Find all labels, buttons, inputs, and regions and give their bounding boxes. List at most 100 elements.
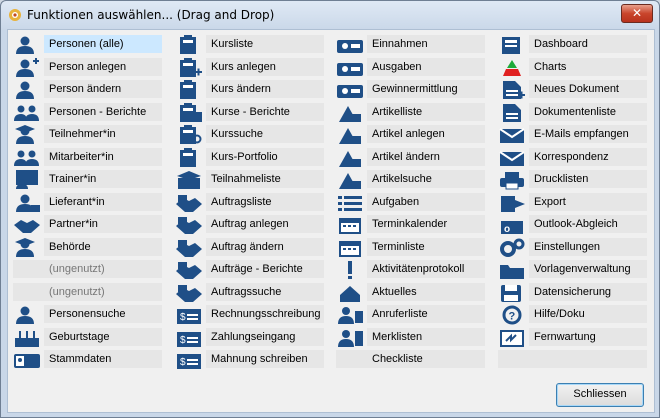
- function-tile-kursliste-1-0[interactable]: Kursliste: [175, 35, 327, 55]
- function-tile-stammdaten-0-14[interactable]: Stammdaten: [13, 350, 165, 370]
- function-tile-personen-berichte-0-3[interactable]: Personen - Berichte: [13, 102, 165, 123]
- function-tile-artikelliste-2-3[interactable]: Artikelliste: [336, 102, 488, 123]
- function-tile-label: Vorlagenverwaltung: [529, 260, 647, 278]
- function-tile-trainer-in-0-6[interactable]: Trainer*in: [13, 170, 165, 190]
- function-tile-aktivitatenprotokoll-2-10[interactable]: Aktivitätenprotokoll: [336, 260, 488, 280]
- svg-text:o: o: [504, 224, 510, 235]
- function-tile-zahlungseingang-1-13[interactable]: $ Zahlungseingang: [175, 327, 327, 348]
- function-tile-label: Auftragssuche: [206, 282, 324, 301]
- function-tile-kurs-andern-1-2[interactable]: Kurs ändern: [175, 80, 327, 100]
- article-search-icon: [336, 170, 364, 190]
- function-tile-ungenutzt-0-10[interactable]: (ungenutzt): [13, 260, 165, 280]
- title-bar[interactable]: Funktionen auswählen... (Drag and Drop) …: [1, 1, 659, 29]
- function-tile-dashboard-3-0[interactable]: Dashboard: [498, 35, 650, 55]
- function-tile-label: Charts: [529, 57, 647, 76]
- function-tile-auftrage-berichte-1-10[interactable]: Aufträge - Berichte: [175, 260, 327, 280]
- function-tile-label: Artikelliste: [367, 102, 485, 121]
- function-tile-artikel-andern-2-5[interactable]: Artikel ändern: [336, 147, 488, 168]
- function-tile-label: Person ändern: [44, 80, 162, 98]
- function-tile-label: Kurs anlegen: [206, 57, 324, 76]
- settings-icon: [498, 238, 526, 258]
- function-tile-datensicherung-3-11[interactable]: Datensicherung: [498, 282, 650, 303]
- function-tile-label: Kurssuche: [206, 125, 324, 143]
- function-tile-korrespondenz-3-5[interactable]: Korrespondenz: [498, 147, 650, 168]
- function-tile-label: Lieferant*in: [44, 192, 162, 211]
- function-tile-ausgaben-2-1[interactable]: Ausgaben: [336, 57, 488, 78]
- function-tile-personen-alle-0-0[interactable]: Personen (alle): [13, 35, 165, 55]
- function-tile-mahnung-schreiben-1-14[interactable]: $ Mahnung schreiben: [175, 350, 327, 370]
- function-tile-label: Kurs ändern: [206, 80, 324, 98]
- function-tile-label: Outlook-Abgleich: [529, 215, 647, 233]
- function-tile-kurs-anlegen-1-1[interactable]: Kurs anlegen: [175, 57, 327, 78]
- function-tile-lieferant-in-0-7[interactable]: Lieferant*in: [13, 192, 165, 213]
- function-tile-e-mails-empfangen-3-4[interactable]: E-Mails empfangen: [498, 125, 650, 145]
- function-tile-personensuche-0-12[interactable]: Personensuche: [13, 305, 165, 325]
- function-tile-charts-3-1[interactable]: Charts: [498, 57, 650, 78]
- column-courses-orders: Kursliste Kurs anlegen Kurs ändern Kurse - …: [175, 35, 327, 373]
- close-window-button[interactable]: ✕: [621, 4, 653, 23]
- function-tile-vorlagenverwaltung-3-10[interactable]: Vorlagenverwaltung: [498, 260, 650, 280]
- function-tile-label: Aktivitätenprotokoll: [367, 260, 485, 278]
- function-tile-einstellungen-3-9[interactable]: Einstellungen: [498, 237, 650, 258]
- function-tile-geburtstage-0-13[interactable]: Geburtstage: [13, 327, 165, 348]
- function-tile-artikel-anlegen-2-4[interactable]: Artikel anlegen: [336, 125, 488, 145]
- function-tile-outlook-abgleich-3-8[interactable]: o Outlook-Abgleich: [498, 215, 650, 235]
- function-tile-label: Rechnungsschreibung: [206, 305, 324, 323]
- function-tile-dokumentenliste-3-3[interactable]: Dokumentenliste: [498, 102, 650, 123]
- backup-icon: [498, 283, 526, 303]
- function-tile-rechnungsschreibung-1-12[interactable]: $ Rechnungsschreibung: [175, 305, 327, 325]
- function-panel: Personen (alle) Person anlegen Person ände…: [7, 29, 655, 413]
- function-tile-label: Person anlegen: [44, 57, 162, 76]
- function-tile-neues-dokument-3-2[interactable]: Neues Dokument: [498, 80, 650, 100]
- function-tile-drucklisten-3-6[interactable]: Drucklisten: [498, 170, 650, 190]
- function-tile-export-3-7[interactable]: Export: [498, 192, 650, 213]
- function-tile-ungenutzt-0-11[interactable]: (ungenutzt): [13, 282, 165, 303]
- function-tile-anruferliste-2-12[interactable]: Anruferliste: [336, 305, 488, 325]
- master-data-icon: [13, 350, 41, 370]
- function-tile-merklisten-2-13[interactable]: Merklisten: [336, 327, 488, 348]
- function-tile-kurs-portfolio-1-5[interactable]: Kurs-Portfolio: [175, 147, 327, 168]
- supplier-icon: [13, 193, 41, 213]
- function-tile-label: Einnahmen: [367, 35, 485, 53]
- function-tile-auftragsliste-1-7[interactable]: Auftragsliste: [175, 192, 327, 213]
- function-tile-terminkalender-2-8[interactable]: Terminkalender: [336, 215, 488, 235]
- invoice-icon: $: [175, 305, 203, 325]
- function-tile-mitarbeiter-in-0-5[interactable]: Mitarbeiter*in: [13, 147, 165, 168]
- course-add-icon: [175, 57, 203, 78]
- function-tile-hilfe-doku-3-12[interactable]: ? Hilfe/Doku: [498, 305, 650, 325]
- function-tile-label: Teilnahmeliste: [206, 170, 324, 188]
- function-tile-artikelsuche-2-6[interactable]: Artikelsuche: [336, 170, 488, 190]
- function-tile-label: Zahlungseingang: [206, 327, 324, 346]
- function-tile-terminliste-2-9[interactable]: Terminliste: [336, 237, 488, 258]
- print-list-icon: [498, 170, 526, 190]
- function-tile-auftragssuche-1-11[interactable]: Auftragssuche: [175, 282, 327, 303]
- function-tile-checkliste-2-14[interactable]: Checkliste: [336, 350, 488, 370]
- function-tile-teilnehmer-in-0-4[interactable]: Teilnehmer*in: [13, 125, 165, 145]
- expenses-icon: [336, 58, 364, 78]
- window-title: Funktionen auswählen... (Drag and Drop): [27, 8, 275, 22]
- function-tile-gewinnermittlung-2-2[interactable]: Gewinnermittlung: [336, 80, 488, 100]
- function-tile-label: Artikel anlegen: [367, 125, 485, 143]
- course-portfolio-icon: [175, 147, 203, 168]
- function-tile-label: Auftrag ändern: [206, 237, 324, 256]
- function-tile-person-andern-0-2[interactable]: Person ändern: [13, 80, 165, 100]
- profit-icon: [336, 80, 364, 100]
- document-list-icon: [498, 103, 526, 123]
- function-tile-aufgaben-2-7[interactable]: Aufgaben: [336, 192, 488, 213]
- function-tile-auftrag-andern-1-9[interactable]: Auftrag ändern: [175, 237, 327, 258]
- function-tile-einnahmen-2-0[interactable]: Einnahmen: [336, 35, 488, 55]
- article-edit-icon: [336, 148, 364, 168]
- function-tile-kurse-berichte-1-3[interactable]: Kurse - Berichte: [175, 102, 327, 123]
- function-tile-partner-in-0-8[interactable]: Partner*in: [13, 215, 165, 235]
- function-tile-aktuelles-2-11[interactable]: Aktuelles: [336, 282, 488, 303]
- order-list-icon: [175, 193, 203, 213]
- function-tile-label: Kurs-Portfolio: [206, 147, 324, 166]
- function-tile-fernwartung-3-13[interactable]: Fernwartung: [498, 327, 650, 348]
- function-tile-person-anlegen-0-1[interactable]: Person anlegen: [13, 57, 165, 78]
- close-button[interactable]: Schliessen: [556, 383, 644, 407]
- function-tile-kurssuche-1-4[interactable]: Kurssuche: [175, 125, 327, 145]
- function-tile-auftrag-anlegen-1-8[interactable]: Auftrag anlegen: [175, 215, 327, 235]
- course-search-icon: [175, 125, 203, 145]
- function-tile-behorde-0-9[interactable]: Behörde: [13, 237, 165, 258]
- function-tile-teilnahmeliste-1-6[interactable]: Teilnahmeliste: [175, 170, 327, 190]
